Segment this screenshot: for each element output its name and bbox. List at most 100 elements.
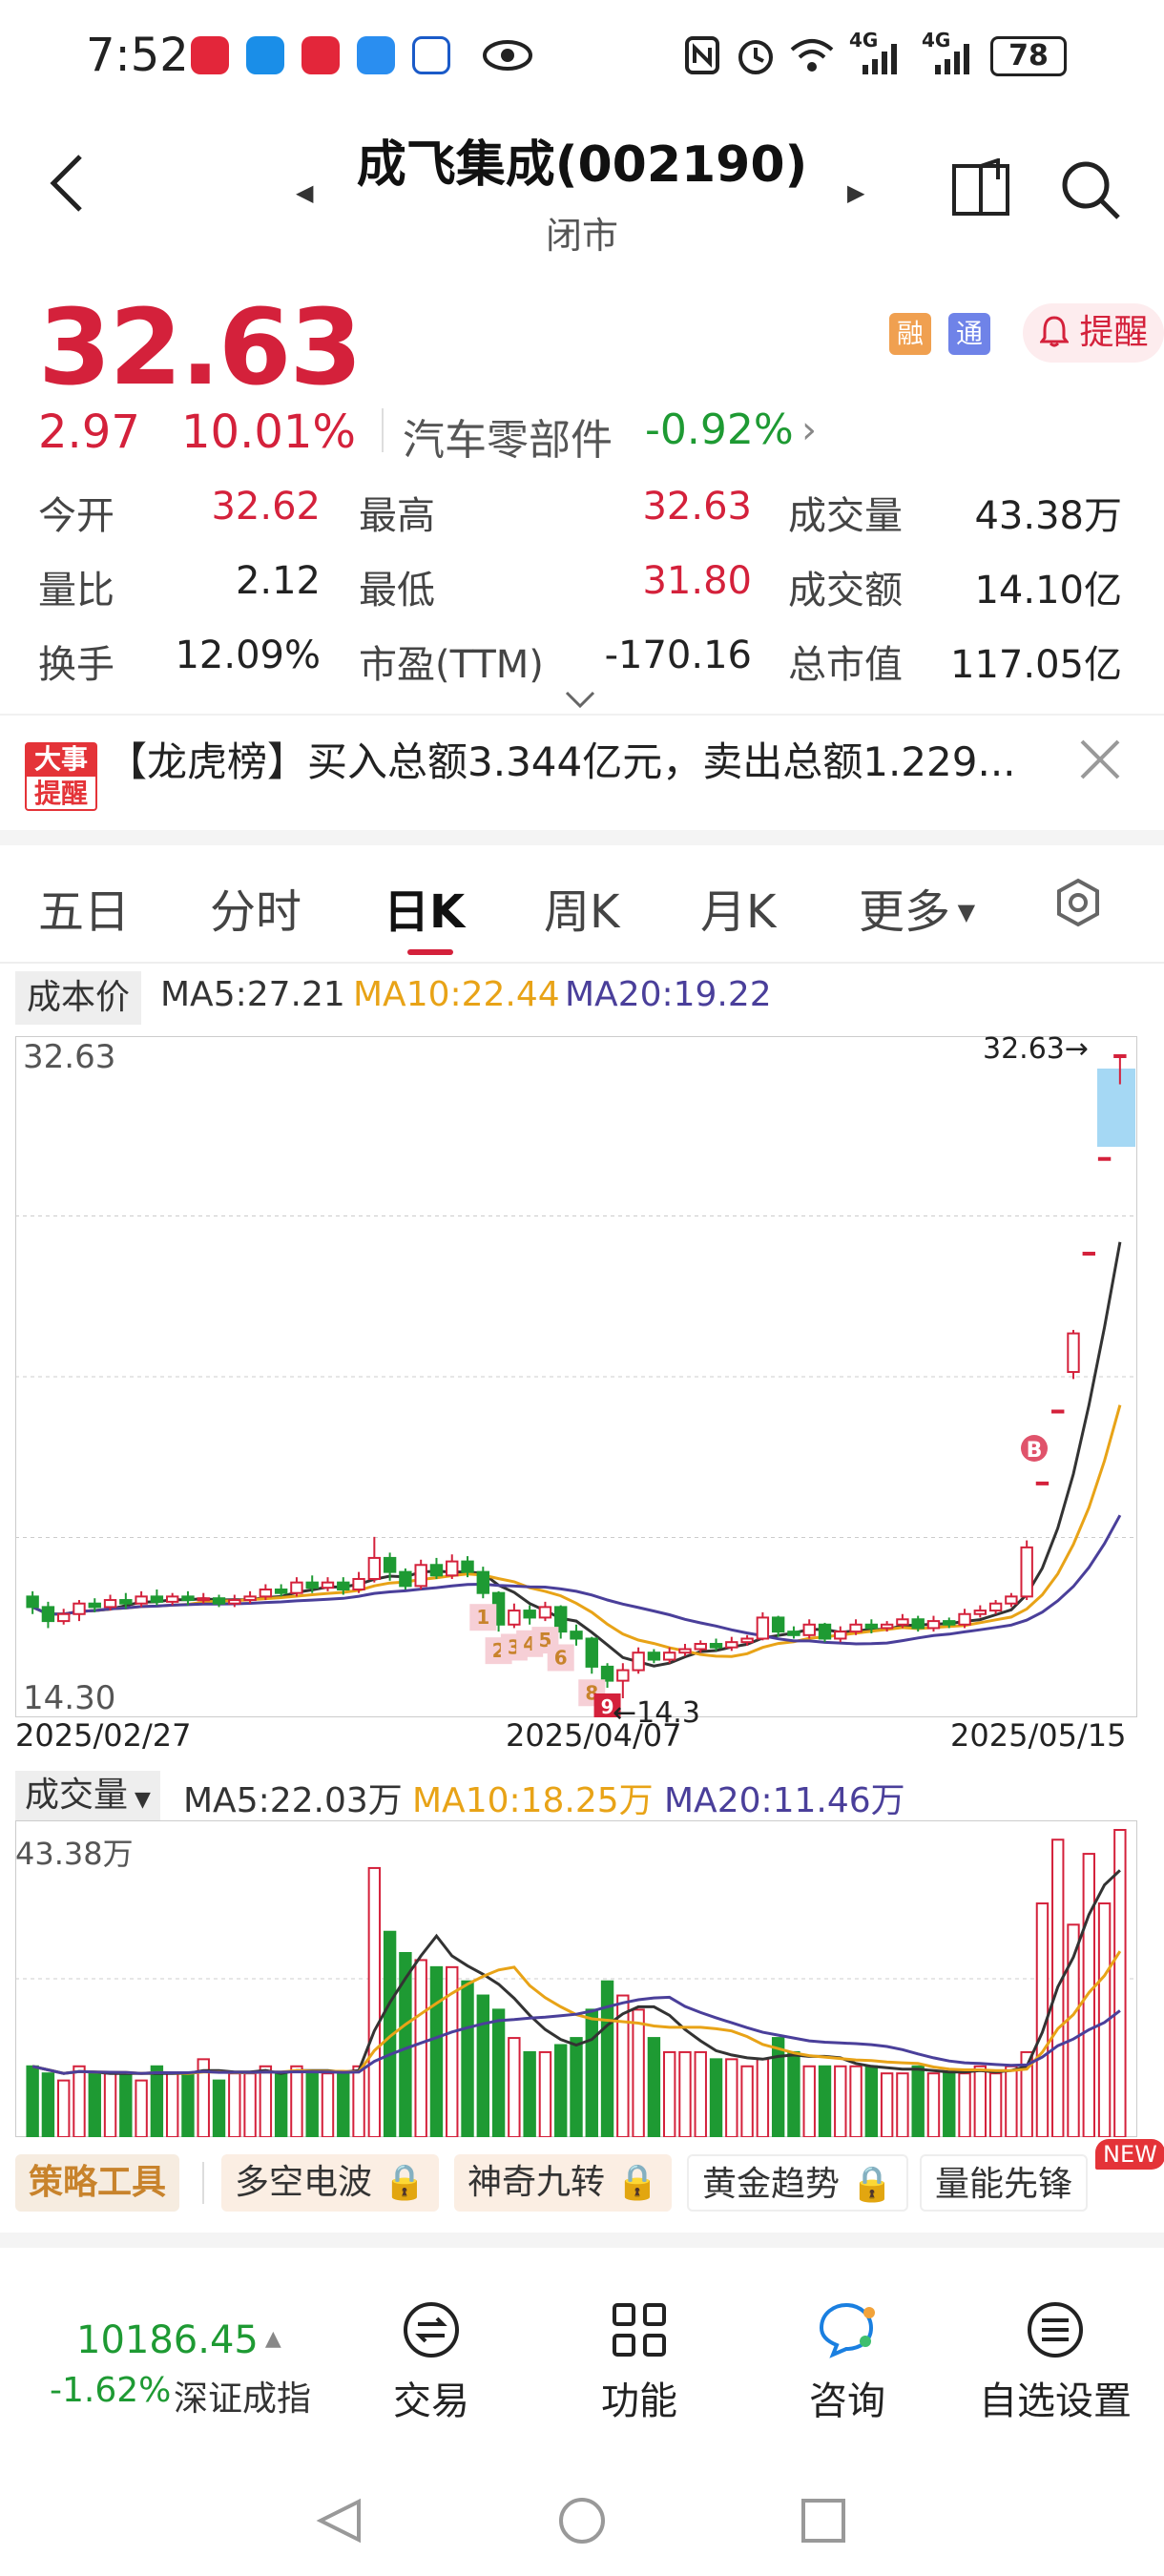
tool-long-short-wave-label: 多空电波 [235, 2163, 373, 2202]
bell-icon [1039, 316, 1070, 347]
strategy-tools-label: 策略工具 [15, 2154, 180, 2212]
volume-bar [57, 2079, 71, 2137]
next-stock-arrow[interactable]: ▶ [847, 179, 864, 206]
tab-more[interactable]: 更多 ▼ [859, 874, 975, 941]
caret-up-icon: ▲ [258, 2327, 281, 2351]
nav-consult[interactable]: 咨询 [752, 2299, 943, 2425]
index-value[interactable]: 10186.45 ▲ [76, 2318, 281, 2362]
candle-body [305, 1581, 319, 1589]
tool-magic-nine-label: 神奇九转 [468, 2163, 606, 2202]
tab-monthly-k[interactable]: 月K [700, 874, 776, 941]
date-start: 2025/02/27 [15, 1717, 192, 1754]
candle-body [1067, 1332, 1080, 1374]
volume-bar [259, 2065, 273, 2137]
nine-turn-number: 6 [554, 1646, 568, 1669]
price-change: 2.97 [38, 405, 140, 459]
system-back-icon[interactable] [316, 2498, 361, 2544]
volume-bar [103, 2072, 117, 2137]
pe-label: 市盈(TTM) [359, 643, 544, 687]
sector-change[interactable]: -0.92% [645, 405, 794, 454]
candle-body [926, 1620, 941, 1630]
volume-bar [73, 2065, 86, 2137]
status-time: 7:52 [86, 29, 189, 82]
candle-body [616, 1669, 630, 1682]
candle-body [647, 1652, 661, 1661]
candle-body [740, 1637, 754, 1644]
remind-button[interactable]: 提醒 [1023, 303, 1164, 363]
news-text[interactable]: 【龙虎榜】买入总额3.344亿元，卖出总额1.229... [107, 730, 1051, 788]
chat-icon [819, 2302, 875, 2358]
system-recent-icon[interactable] [801, 2499, 845, 2543]
tab-intraday[interactable]: 分时 [210, 874, 301, 941]
pe-value: -170.16 [604, 634, 752, 677]
candle-body [1097, 1156, 1112, 1161]
event-badge-bottom: 提醒 [25, 777, 97, 811]
exchange-icon [404, 2302, 459, 2358]
candle-body [321, 1581, 335, 1589]
candle-body [1113, 1054, 1127, 1058]
volume-bar [228, 2072, 241, 2137]
current-price: 32.63 [38, 286, 363, 408]
candle-body [337, 1581, 350, 1591]
tool-magic-nine[interactable]: 神奇九转 🔒 [454, 2154, 673, 2212]
nav-watchlist-settings-label: 自选设置 [979, 2379, 1132, 2423]
split-view-icon[interactable] [950, 158, 1011, 218]
kline-chart[interactable]: 12 3 4 5689 B [15, 1036, 1137, 1717]
search-icon[interactable] [1059, 158, 1122, 221]
candle-body [864, 1623, 879, 1630]
candle-body [849, 1623, 863, 1633]
message-app-icon [246, 36, 284, 74]
candle-body [834, 1631, 847, 1640]
volume-label: 成交量 [788, 494, 903, 538]
market-cap-value: 117.05亿 [950, 643, 1122, 687]
candle-body [429, 1564, 444, 1577]
high-price-annotation: 32.63→ [983, 1032, 1090, 1066]
settings-hexagon-icon[interactable] [1055, 878, 1101, 927]
tool-golden-trend[interactable]: 黄金趋势 🔒 [687, 2154, 909, 2212]
candle-body [1020, 1546, 1033, 1598]
candle-body [709, 1643, 723, 1649]
tool-volume-pioneer[interactable]: 量能先锋 [920, 2154, 1089, 2212]
tool-long-short-wave[interactable]: 多空电波 🔒 [221, 2154, 440, 2212]
close-news-button[interactable] [1078, 735, 1122, 790]
expand-chevron-icon[interactable] [563, 689, 597, 710]
open-label: 今开 [38, 494, 114, 538]
menu-circle-icon [1028, 2302, 1083, 2358]
candle-body [585, 1637, 598, 1668]
candle-body [600, 1665, 614, 1682]
remind-label: 提醒 [1079, 313, 1149, 352]
chevron-right-icon[interactable]: › [801, 408, 817, 452]
volume-indicator-button[interactable]: 成交量 ▼ [15, 1771, 160, 1820]
grid-icon [613, 2303, 666, 2357]
candle-body [367, 1556, 382, 1580]
chart-top-price: 32.63 [23, 1038, 116, 1076]
nav-watchlist-settings[interactable]: 自选设置 [960, 2299, 1151, 2425]
volume-bar [958, 2072, 971, 2137]
candle-body [725, 1641, 738, 1649]
nav-functions[interactable]: 功能 [544, 2299, 735, 2425]
volume-bar [988, 2072, 1003, 2137]
candle-body [787, 1631, 800, 1636]
volume-bar [491, 2008, 506, 2137]
cost-price-button[interactable]: 成本价 [15, 971, 142, 1025]
volume-bar [632, 2008, 645, 2137]
volume-bar [554, 2044, 568, 2137]
volume-bar [538, 2050, 552, 2137]
tab-daily-k[interactable]: 日K [384, 874, 465, 941]
volume-chart[interactable] [15, 1820, 1137, 2137]
tab-weekly-k[interactable]: 周K [544, 874, 619, 941]
tool-golden-trend-label: 黄金趋势 [702, 2165, 841, 2204]
volume-bar [771, 2037, 785, 2137]
volume-ratio-label: 量比 [38, 569, 114, 613]
volume-bar [834, 2065, 847, 2137]
turnover-rate-label: 换手 [38, 643, 114, 687]
system-home-icon[interactable] [559, 2498, 605, 2544]
candle-body [290, 1581, 303, 1594]
tab-five-day[interactable]: 五日 [38, 874, 130, 941]
candle-body [399, 1570, 412, 1588]
volume-bar [802, 2065, 816, 2137]
sector-name[interactable]: 汽车零部件 [403, 405, 613, 467]
nav-trade[interactable]: 交易 [336, 2299, 527, 2425]
divider [0, 962, 1164, 964]
candle-body [988, 1602, 1003, 1612]
